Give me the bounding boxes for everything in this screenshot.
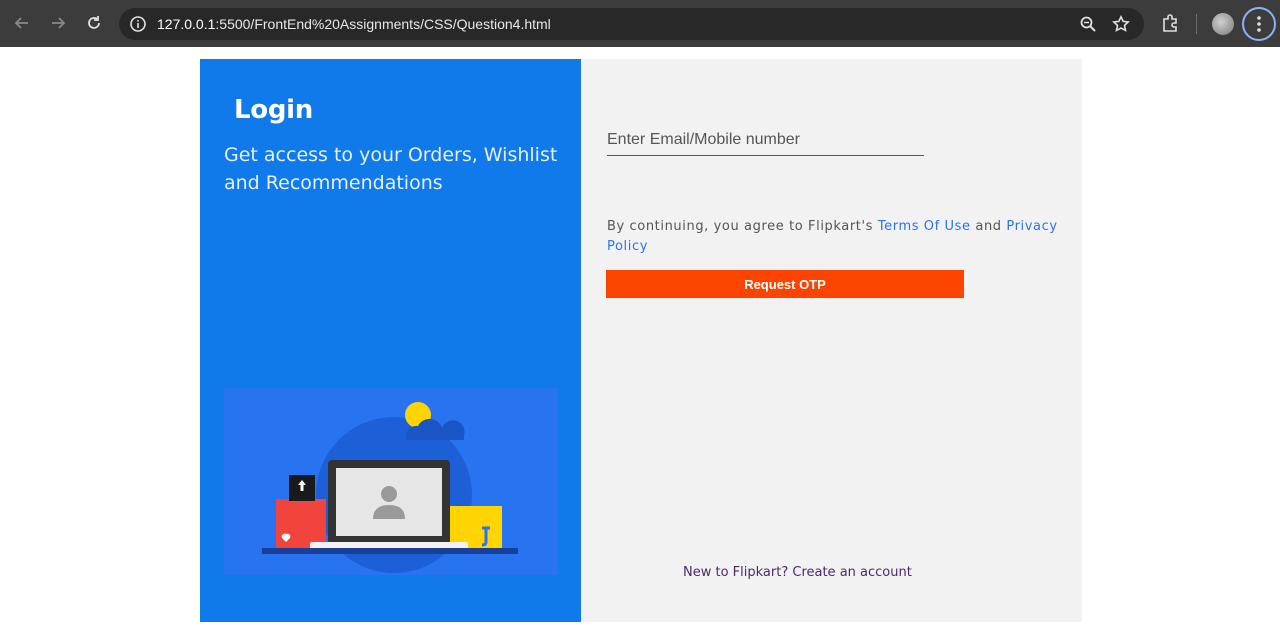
- terms-text: By continuing, you agree to Flipkart's T…: [607, 217, 1062, 257]
- reload-icon[interactable]: [82, 11, 106, 35]
- terms-and: and: [970, 219, 1007, 234]
- info-icon[interactable]: [129, 15, 147, 37]
- back-arrow-icon[interactable]: [10, 11, 34, 35]
- terms-prefix: By continuing, you agree to Flipkart's: [607, 219, 878, 234]
- url-path: :5500/FrontEnd%20Assignments/CSS/Questio…: [215, 16, 551, 32]
- kebab-menu-icon[interactable]: [1242, 7, 1276, 41]
- extensions-icon[interactable]: [1158, 11, 1182, 35]
- terms-of-use-link[interactable]: Terms Of Use: [878, 219, 971, 234]
- url-host: 127.0.0.1: [157, 16, 216, 32]
- login-illustration: [224, 388, 558, 575]
- login-subtitle: Get access to your Orders, Wishlist and …: [224, 144, 558, 194]
- create-account-link[interactable]: New to Flipkart? Create an account: [683, 565, 912, 580]
- browser-toolbar: 127.0.0.1:5500/FrontEnd%20Assignments/CS…: [0, 0, 1280, 47]
- forward-arrow-icon[interactable]: [46, 11, 70, 35]
- zoom-icon[interactable]: [1079, 15, 1097, 37]
- email-mobile-input[interactable]: [607, 125, 924, 156]
- login-title: Login: [234, 95, 313, 125]
- toolbar-separator: [1196, 14, 1197, 34]
- url-text[interactable]: 127.0.0.1:5500/FrontEnd%20Assignments/CS…: [157, 8, 551, 40]
- star-icon[interactable]: [1111, 14, 1131, 37]
- login-form-panel: By continuing, you agree to Flipkart's T…: [581, 59, 1082, 622]
- login-info-panel: Login Get access to your Orders, Wishlis…: [200, 59, 581, 622]
- address-bar[interactable]: 127.0.0.1:5500/FrontEnd%20Assignments/CS…: [119, 8, 1144, 40]
- profile-avatar[interactable]: [1212, 13, 1234, 35]
- request-otp-button[interactable]: Request OTP: [606, 270, 964, 298]
